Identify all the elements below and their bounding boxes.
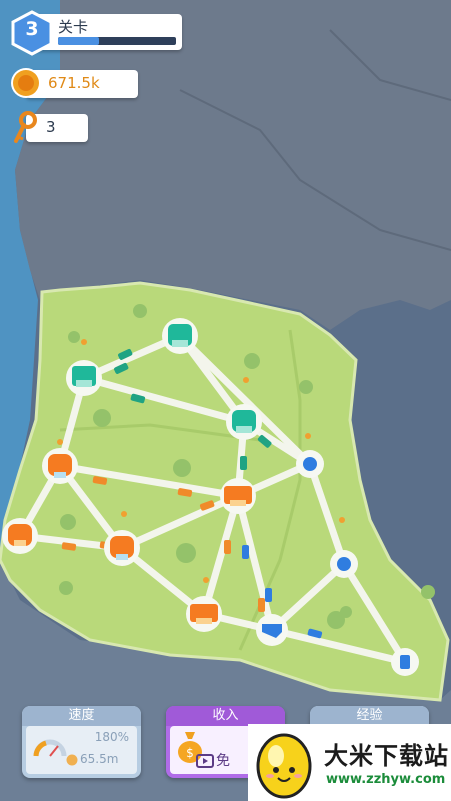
level-progress-bar bbox=[58, 37, 176, 45]
video-icon bbox=[196, 754, 214, 768]
speed-gauge-icon bbox=[33, 739, 67, 757]
orange-building[interactable] bbox=[42, 448, 78, 484]
speed-title: 速度 bbox=[22, 706, 141, 726]
watermark-title: 大米下载站 bbox=[324, 742, 449, 770]
key-count: 3 bbox=[46, 118, 56, 136]
orange-building[interactable] bbox=[2, 518, 38, 554]
level-progress-fill bbox=[58, 37, 100, 45]
level-number: 3 bbox=[25, 18, 39, 40]
speed-value: 65.5m bbox=[80, 752, 119, 766]
blue-building[interactable] bbox=[296, 450, 324, 478]
speed-body: 180% 65.5m bbox=[26, 726, 137, 774]
egg-logo-icon bbox=[256, 733, 312, 799]
income-free-label: 免 bbox=[216, 753, 230, 769]
teal-building[interactable] bbox=[162, 318, 198, 354]
blue-building[interactable] bbox=[330, 550, 358, 578]
orange-building[interactable] bbox=[104, 530, 140, 566]
xp-title: 经验 bbox=[310, 706, 429, 726]
teal-building[interactable] bbox=[66, 360, 102, 396]
level-title: 关卡 bbox=[58, 18, 89, 36]
blue-building[interactable] bbox=[391, 648, 419, 676]
speed-card[interactable]: 速度 180% 65.5m bbox=[22, 706, 141, 778]
orange-building[interactable] bbox=[186, 596, 222, 632]
coin-icon bbox=[11, 68, 41, 98]
coin-amount: 671.5k bbox=[48, 74, 100, 92]
blue-building[interactable] bbox=[256, 614, 288, 646]
svg-text:$: $ bbox=[186, 746, 194, 760]
teal-building[interactable] bbox=[226, 404, 262, 440]
orange-building[interactable] bbox=[220, 478, 256, 514]
key-icon bbox=[14, 111, 37, 143]
watermark: 大米下载站 www.zzhyw.com bbox=[248, 724, 451, 801]
income-title: 收入 bbox=[166, 706, 285, 726]
watermark-url: www.zzhyw.com bbox=[326, 772, 446, 787]
speed-percent: 180% bbox=[94, 730, 129, 744]
coin-icon bbox=[66, 754, 78, 766]
